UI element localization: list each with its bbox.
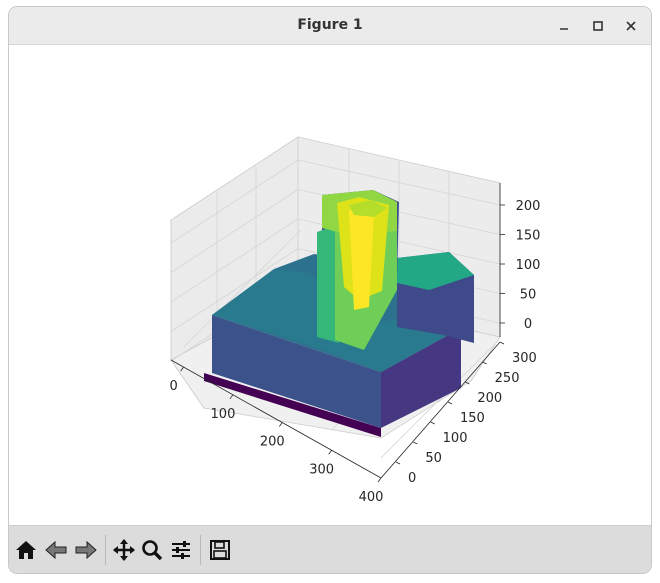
x-tick-label: 0 [169,379,177,394]
3d-bar-plot: 0100200300400 050100150200250300 0501001… [169,136,540,505]
home-icon[interactable] [13,537,39,563]
forward-icon[interactable] [73,537,99,563]
z-tick-label: 150 [516,229,541,244]
toolbar-separator [200,535,201,565]
z-tick-label: 100 [516,258,541,273]
title-bar[interactable]: Figure 1 [9,7,651,45]
x-tick-label: 100 [211,407,236,422]
y-tick-label: 300 [512,351,537,366]
z-tick-label: 200 [516,199,541,214]
x-tick-label: 400 [359,490,384,505]
toolbar-separator [105,535,106,565]
close-icon[interactable] [621,16,641,36]
y-tick-label: 0 [408,471,416,486]
x-tick-label: 300 [309,462,334,477]
y-tick-label: 250 [495,371,520,386]
back-icon[interactable] [43,537,69,563]
y-tick-label: 150 [460,411,485,426]
navigation-toolbar [9,525,651,573]
x-tick-label: 200 [260,435,285,450]
z-axis-ticks: 0 50 100 150 200 [500,199,540,332]
y-tick-label: 200 [477,391,502,406]
z-tick-label: 0 [524,317,532,332]
figure-window: Figure 1 0 100 200 300 400 0 50 100 150 … [9,7,651,573]
maximize-icon[interactable] [588,16,608,36]
zoom-icon[interactable] [139,537,165,563]
z-tick-label: 50 [520,288,537,303]
figure-canvas[interactable]: 0 100 200 300 400 0 50 100 150 200 250 300 0 50 100 1… [9,45,651,525]
y-tick-label: 100 [443,431,468,446]
minimize-icon[interactable] [554,16,574,36]
save-icon[interactable] [207,537,233,563]
y-tick-label: 50 [425,451,442,466]
configure-subplots-icon[interactable] [168,537,194,563]
pan-icon[interactable] [111,537,137,563]
